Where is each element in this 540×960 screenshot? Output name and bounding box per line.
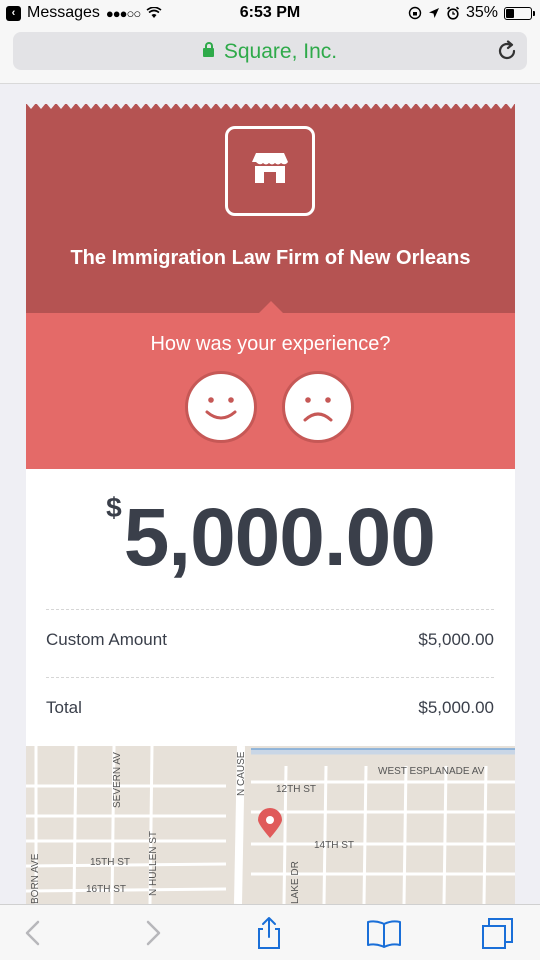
feedback-section: How was your experience?	[26, 313, 515, 469]
address-text[interactable]: Square, Inc.	[13, 40, 527, 64]
battery-level	[506, 8, 515, 18]
merchant-header: The Immigration Law Firm of New Orleans	[26, 103, 515, 313]
location-pin-icon[interactable]	[258, 808, 282, 838]
map-label: SEVERN AV	[112, 752, 123, 808]
browser-address-area: Square, Inc.	[0, 28, 540, 84]
total-label: Total	[46, 698, 82, 717]
map-label: BORN AVE	[30, 853, 41, 904]
total-amount-display: $5,000.00	[26, 491, 515, 585]
receipt-card: The Immigration Law Firm of New Orleans …	[26, 103, 515, 746]
battery-icon	[504, 6, 535, 20]
amount-section: $5,000.00 Custom Amount $5,000.00 Total …	[26, 469, 515, 746]
reload-icon[interactable]	[495, 39, 519, 63]
merchant-name: The Immigration Law Firm of New Orleans	[70, 247, 471, 269]
frown-icon	[303, 397, 333, 422]
map-label: WEST ESPLANADE AV	[378, 766, 485, 777]
map-label: 12TH ST	[276, 784, 316, 795]
browser-toolbar	[0, 904, 540, 960]
map-label: 15TH ST	[90, 857, 130, 868]
share-icon[interactable]	[251, 915, 287, 951]
location-map[interactable]: WEST ESPLANADE AV 12TH ST 14TH ST 15TH S…	[26, 746, 515, 904]
site-title: Square, Inc.	[223, 40, 338, 63]
line-item-value: $5,000.00	[418, 630, 494, 649]
receipt-torn-edge	[26, 103, 515, 109]
location-arrow-icon	[428, 8, 439, 18]
secure-lock-icon	[202, 42, 214, 57]
currency-symbol: $	[106, 492, 122, 523]
storefront-icon	[225, 126, 315, 216]
total-amount: 5,000.00	[123, 492, 436, 583]
map-label: N HULLEN ST	[148, 831, 159, 896]
smiley-icon	[205, 397, 237, 420]
address-bar[interactable]: Square, Inc.	[13, 32, 527, 70]
total-value: $5,000.00	[418, 698, 494, 717]
map-label: N CAUSE	[236, 751, 247, 796]
battery-percent: 35%	[465, 4, 498, 21]
forward-arrow-icon[interactable]	[134, 915, 170, 951]
happy-face-button[interactable]	[185, 371, 257, 443]
map-label: LAKE DR	[290, 861, 301, 904]
bookmarks-icon[interactable]	[366, 915, 402, 951]
total-row: Total $5,000.00	[46, 677, 494, 739]
status-right: 35%	[408, 4, 535, 22]
status-bar: ‹ Messages ●●●○○ 6:53 PM 35%	[0, 0, 540, 28]
feedback-question: How was your experience?	[150, 333, 391, 355]
map-label: 14TH ST	[314, 840, 354, 851]
line-item-label: Custom Amount	[46, 630, 167, 649]
tabs-icon[interactable]	[480, 915, 516, 951]
map-label: 16TH ST	[86, 884, 126, 895]
back-arrow-icon[interactable]	[16, 915, 52, 951]
section-pointer	[259, 301, 283, 313]
orientation-lock-icon	[408, 6, 422, 20]
line-item-row: Custom Amount $5,000.00	[46, 609, 494, 671]
alarm-icon	[446, 6, 460, 20]
sad-face-button[interactable]	[282, 371, 354, 443]
